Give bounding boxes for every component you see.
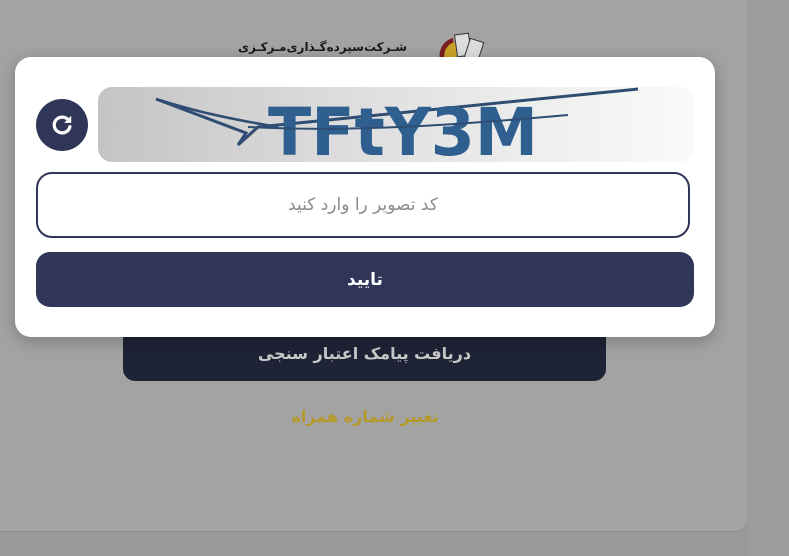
change-number-link[interactable]: تغییر شماره همراه bbox=[0, 407, 730, 426]
captcha-graphic: TFtY3M bbox=[155, 87, 639, 162]
background-edge bbox=[747, 0, 789, 556]
captcha-modal: TFtY3M تایید bbox=[15, 57, 715, 337]
refresh-icon bbox=[52, 115, 72, 135]
confirm-button[interactable]: تایید bbox=[36, 252, 694, 307]
logo-text: شـرکت‌سپرده‌گـذاری‌مـرکـزی bbox=[238, 40, 408, 54]
captcha-code-input[interactable] bbox=[36, 172, 690, 238]
refresh-captcha-button[interactable] bbox=[36, 99, 88, 151]
captcha-image: TFtY3M bbox=[98, 87, 694, 162]
